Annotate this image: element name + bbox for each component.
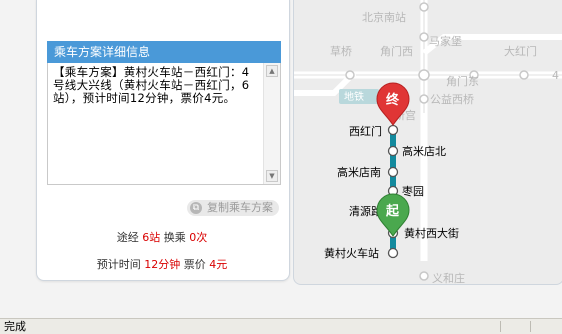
fare-value: 4元 bbox=[209, 258, 228, 271]
plan-textarea[interactable]: 【乘车方案】黄村火车站－西红门：4号线大兴线（黄村火车站－西红门，6站），预计时… bbox=[47, 63, 281, 185]
station-node[interactable] bbox=[419, 2, 429, 12]
station-label-dahongmen: 大红门 bbox=[504, 44, 537, 58]
station-node[interactable] bbox=[419, 271, 429, 281]
status-bar: 完成 bbox=[0, 318, 562, 334]
copy-plan-label: 复制乘车方案 bbox=[207, 201, 273, 214]
subway-map-canvas: 地铁 北京南站 马家堡 草桥 角门西 角门东 大红门 4 公益西桥 新宫 义和庄… bbox=[294, 0, 562, 284]
fare-label: 票价 bbox=[183, 258, 206, 271]
station-label-beijing-south: 北京南站 bbox=[362, 10, 406, 24]
station-node[interactable] bbox=[345, 70, 355, 80]
station-node-xihongmen[interactable] bbox=[387, 124, 399, 136]
start-marker-label: 起 bbox=[385, 203, 400, 219]
station-label-jiaomenxi: 角门西 bbox=[380, 44, 413, 58]
copy-icon: ⧉ bbox=[190, 202, 202, 214]
station-node-gaomidian-south[interactable] bbox=[387, 166, 399, 178]
station-label-huangcunxidajie: 黄村西大街 bbox=[404, 226, 459, 240]
status-separator bbox=[500, 321, 501, 332]
station-label-yiheizhuang: 义和庄 bbox=[432, 271, 465, 284]
station-node[interactable] bbox=[419, 32, 429, 42]
station-node[interactable] bbox=[419, 94, 429, 104]
via-value: 6站 bbox=[142, 231, 161, 244]
subway-map[interactable]: 地铁 北京南站 马家堡 草桥 角门西 角门东 大红门 4 公益西桥 新宫 义和庄… bbox=[293, 0, 562, 285]
station-label-gaomidian-north: 高米店北 bbox=[402, 144, 446, 158]
time-label: 预计时间 bbox=[96, 258, 141, 271]
time-value: 12分钟 bbox=[144, 258, 181, 271]
copy-plan-button[interactable]: ⧉ 复制乘车方案 bbox=[187, 200, 279, 216]
time-fare-line: 预计时间 12分钟 票价 4元 bbox=[36, 256, 288, 272]
line-badge-label: 地铁 bbox=[344, 90, 364, 103]
station-label-digit-4: 4 bbox=[552, 69, 559, 82]
end-marker-label: 终 bbox=[386, 92, 400, 108]
app-window: 乘车方案详细信息 【乘车方案】黄村火车站－西红门：4号线大兴线（黄村火车站－西红… bbox=[0, 0, 562, 334]
station-node[interactable] bbox=[418, 69, 430, 81]
station-label-huangcun-station: 黄村火车站 bbox=[324, 246, 379, 260]
plan-scrollbar[interactable]: ▲ ▼ bbox=[263, 63, 280, 184]
transfer-label: 换乘 bbox=[163, 231, 186, 244]
station-label-zaoyuan: 枣园 bbox=[402, 185, 424, 198]
panel-header: 乘车方案详细信息 bbox=[47, 41, 281, 63]
station-label-gaomidian-south: 高米店南 bbox=[337, 165, 381, 179]
station-node[interactable] bbox=[519, 70, 529, 80]
route-stats-line: 途经 6站 换乘 0次 bbox=[36, 229, 288, 245]
status-text: 完成 bbox=[4, 320, 26, 333]
via-label: 途经 bbox=[116, 231, 139, 244]
plan-text: 【乘车方案】黄村火车站－西红门：4号线大兴线（黄村火车站－西红门，6站），预计时… bbox=[53, 65, 250, 105]
station-node-gaomidian-north[interactable] bbox=[387, 145, 399, 157]
station-label-jiaomendong: 角门东 bbox=[446, 74, 479, 88]
station-label-majiabao: 马家堡 bbox=[429, 34, 462, 48]
station-label-caoqiao: 草桥 bbox=[330, 45, 352, 58]
scroll-up-icon[interactable]: ▲ bbox=[266, 65, 278, 77]
scroll-down-icon[interactable]: ▼ bbox=[266, 170, 278, 182]
transfer-value: 0次 bbox=[189, 231, 208, 244]
station-label-xihongmen: 西红门 bbox=[349, 124, 382, 138]
station-node-huangcun-station[interactable] bbox=[387, 247, 399, 259]
status-separator bbox=[530, 321, 531, 332]
station-label-gongyixiqiao: 公益西桥 bbox=[430, 92, 474, 106]
